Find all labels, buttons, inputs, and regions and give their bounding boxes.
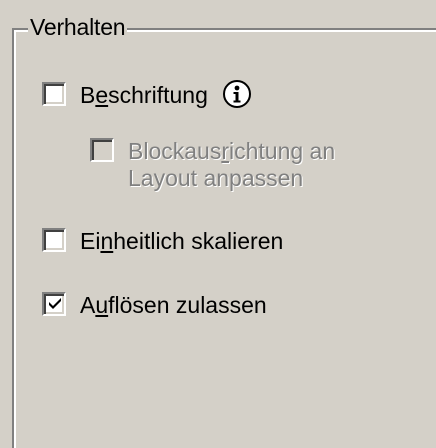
match-orientation-label-post: ichtung an bbox=[229, 138, 336, 164]
info-icon[interactable] bbox=[222, 79, 252, 109]
annotative-checkbox[interactable] bbox=[42, 82, 66, 106]
annotative-option[interactable]: Beschriftung bbox=[42, 79, 252, 109]
annotative-label-post: schriftung bbox=[108, 82, 208, 108]
scale-uniformly-label[interactable]: Einheitlich skalieren bbox=[80, 228, 283, 255]
match-orientation-label-mnemonic: r bbox=[221, 138, 229, 164]
scale-uniformly-option[interactable]: Einheitlich skalieren bbox=[42, 228, 283, 255]
match-orientation-option: Blockausrichtung an Layout anpassen bbox=[90, 138, 335, 192]
match-orientation-line2: Layout anpassen bbox=[128, 165, 304, 191]
scale-uniformly-label-post: heitlich skalieren bbox=[113, 228, 284, 254]
allow-exploding-label-post: flösen zulassen bbox=[108, 292, 267, 318]
checkmark-icon bbox=[49, 298, 61, 309]
annotative-label[interactable]: Beschriftung bbox=[80, 82, 208, 109]
allow-exploding-label[interactable]: Auflösen zulassen bbox=[80, 292, 267, 319]
allow-exploding-option[interactable]: Auflösen zulassen bbox=[42, 292, 267, 319]
match-orientation-checkbox bbox=[90, 138, 114, 162]
allow-exploding-label-mnemonic: u bbox=[95, 292, 109, 318]
allow-exploding-label-pre: A bbox=[80, 292, 96, 318]
allow-exploding-checkbox[interactable] bbox=[42, 292, 66, 316]
match-orientation-label-pre: Blockaus bbox=[128, 138, 222, 164]
scale-uniformly-label-mnemonic: n bbox=[100, 228, 114, 254]
match-orientation-line1: Blockausrichtung an bbox=[128, 138, 335, 165]
scale-uniformly-checkbox[interactable] bbox=[42, 228, 66, 252]
groupbox-legend: Verhalten bbox=[28, 13, 128, 41]
annotative-label-pre: B bbox=[80, 82, 96, 108]
annotative-label-mnemonic: e bbox=[95, 82, 109, 108]
scale-uniformly-label-pre: Ei bbox=[80, 228, 101, 254]
match-orientation-label: Blockausrichtung an Layout anpassen bbox=[128, 138, 335, 192]
